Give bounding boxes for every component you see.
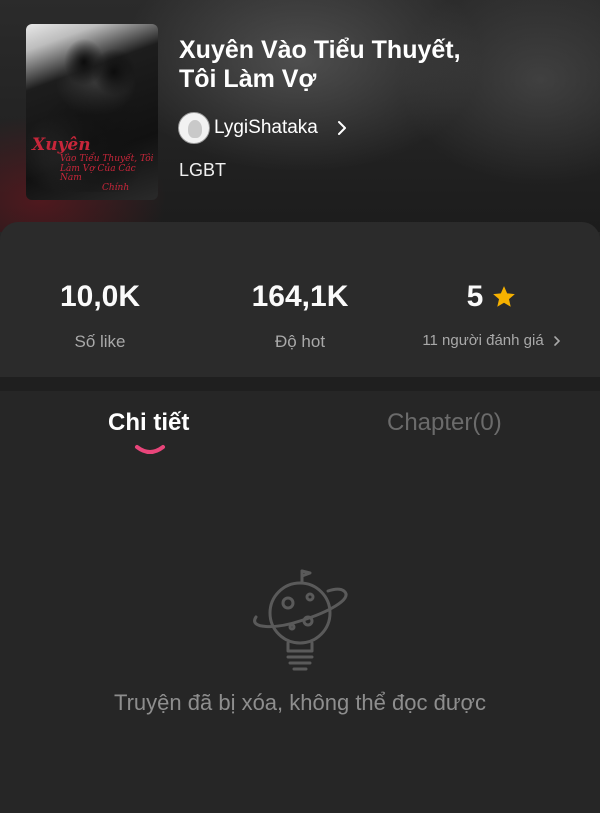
empty-state-message: Truyện đã bị xóa, không thể đọc được — [113, 690, 486, 715]
likes-label: Số like — [74, 332, 126, 351]
tab-details[interactable]: Chi tiết — [108, 409, 189, 437]
rating-value-row: 5 — [392, 280, 592, 314]
stat-likes: 10,0K Số like — [0, 280, 200, 352]
likes-value: 10,0K — [59, 280, 141, 313]
stat-rating[interactable]: 5 11 người đánh giá — [392, 280, 592, 349]
author-name: LygiShataka — [214, 117, 318, 138]
hot-value: 164,1K — [251, 280, 349, 313]
book-title: Xuyên Vào Tiểu Thuyết, Tôi Làm Vợ — [179, 36, 461, 93]
author-avatar — [178, 112, 210, 144]
tab-active-indicator — [135, 445, 165, 454]
chevron-right-icon — [337, 121, 346, 135]
rating-count-row: 11 người đánh giá — [392, 332, 592, 349]
author-link[interactable]: LygiShataka — [178, 112, 350, 144]
cover-title: Xuyên Vào Tiểu Thuyết, Tôi Làm Vợ Của Cá… — [32, 135, 154, 194]
hot-label: Độ hot — [274, 332, 326, 351]
planet-bulb-icon — [253, 569, 348, 671]
chevron-right-icon — [553, 335, 560, 346]
star-icon — [493, 286, 516, 307]
rating-label: 11 người đánh giá — [422, 332, 544, 349]
tab-bar: Chi tiết Chapter(0) — [0, 391, 600, 461]
stat-hot: 164,1K Độ hot — [200, 280, 400, 352]
genre-tag[interactable]: LGBT — [179, 160, 226, 181]
book-cover[interactable]: Xuyên Vào Tiểu Thuyết, Tôi Làm Vợ Của Cá… — [26, 24, 158, 200]
section-divider — [0, 377, 600, 391]
rating-value: 5 — [466, 280, 484, 313]
tab-chapters[interactable]: Chapter(0) — [387, 409, 502, 437]
